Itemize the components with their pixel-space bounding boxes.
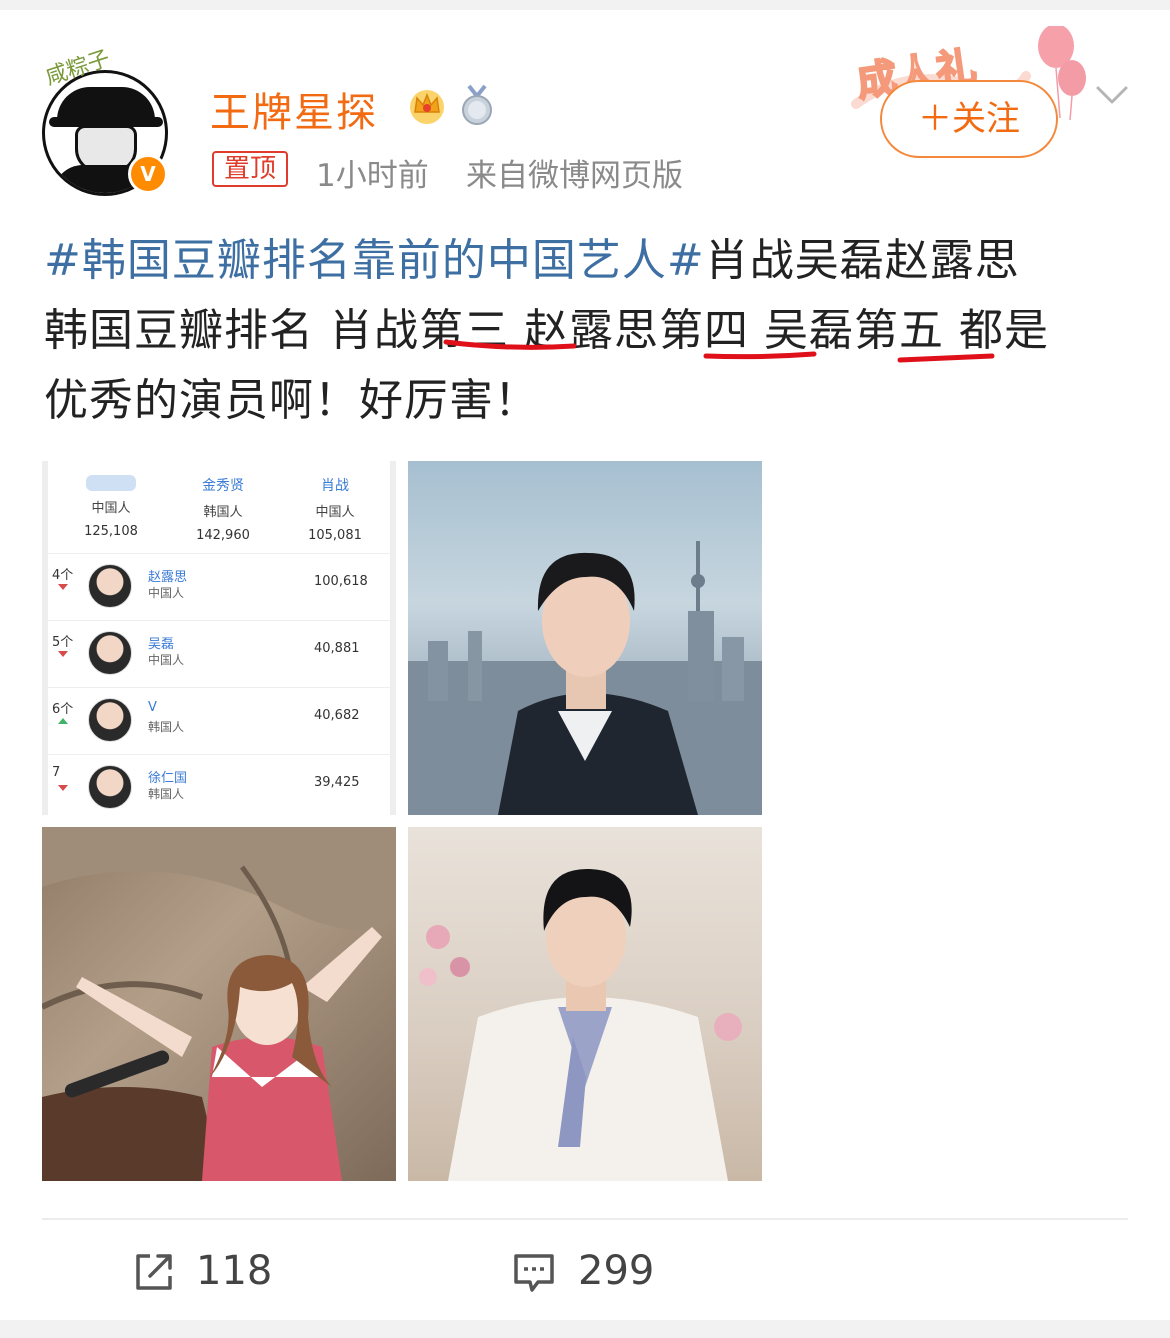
- ranking-nationality: 中国人: [148, 653, 185, 667]
- ranking-row: 4个 赵露思 中国人 100,618: [48, 553, 390, 620]
- ranking-top-item: 肖战 中国人 105,081: [280, 461, 390, 543]
- ranking-top-item: 金秀贤 韩国人 142,960: [168, 461, 278, 543]
- post-time[interactable]: 1小时前: [316, 150, 429, 195]
- photo-illustration: [408, 541, 762, 815]
- ranking-top-item: 中国人 125,108: [56, 461, 166, 539]
- ranking-score: 39,425: [314, 775, 360, 790]
- ranking-name: V: [148, 700, 157, 715]
- crown-icon: [410, 90, 444, 124]
- ranking-rank: 5个: [52, 635, 74, 650]
- post-text-part: 肖战吴磊赵露思: [704, 235, 1020, 286]
- follow-button[interactable]: ＋关注: [880, 80, 1058, 158]
- action-bar-divider: [42, 1218, 1128, 1220]
- ranking-row: 6个 V 韩国人 40,682: [48, 687, 390, 754]
- trend-down-icon: [58, 584, 68, 590]
- comment-icon[interactable]: [512, 1250, 556, 1294]
- trend-down-icon: [58, 785, 68, 791]
- chevron-down-icon[interactable]: [1094, 76, 1130, 112]
- ranking-row: 7 徐仁国 韩国人 39,425: [48, 754, 390, 815]
- hashtag-link[interactable]: #韩国豆瓣排名靠前的中国艺人#: [44, 235, 705, 286]
- ranking-name: 吴磊: [148, 637, 175, 652]
- ranking-row: 5个 吴磊 中国人 40,881: [48, 620, 390, 687]
- ranking-rank: 7: [52, 765, 61, 780]
- rank-fifth-text: 第五: [854, 305, 944, 356]
- ranking-score: 40,881: [314, 641, 360, 656]
- ranking-nationality: 韩国人: [203, 505, 243, 520]
- post-text-part: 吴磊: [749, 305, 854, 356]
- pinned-badge: 置顶: [212, 151, 289, 187]
- ranking-nationality: 中国人: [91, 501, 131, 516]
- blurred-name: [86, 475, 136, 491]
- post-text-part: 赵露思: [509, 305, 659, 356]
- rank-third-text: 第三: [419, 305, 509, 356]
- ranking-score: 105,081: [308, 528, 362, 543]
- ranking-name: 肖战: [321, 478, 349, 494]
- username[interactable]: 王牌星探: [210, 80, 378, 138]
- ranking-name: 赵露思: [148, 570, 188, 585]
- trend-up-icon: [58, 718, 68, 724]
- ranking-screenshot-image[interactable]: 中国人 125,108 金秀贤 韩国人 142,960 肖战 中国人 105,0…: [42, 461, 396, 815]
- trend-down-icon: [58, 651, 68, 657]
- ranking-nationality: 韩国人: [148, 720, 185, 734]
- ranking-rank: 4个: [52, 568, 74, 583]
- comment-count[interactable]: 299: [578, 1248, 654, 1294]
- ranking-nationality: 中国人: [315, 505, 355, 520]
- photo-illustration: [42, 827, 396, 1181]
- medal-icon: [462, 84, 492, 125]
- post-text-part: 优秀的演员啊！好厉害！: [44, 375, 539, 426]
- share-count[interactable]: 118: [196, 1248, 272, 1294]
- ranking-score: 125,108: [84, 524, 138, 539]
- ranking-score: 40,682: [314, 708, 360, 723]
- ranking-nationality: 韩国人: [148, 787, 185, 801]
- photo-zhao-lusi[interactable]: [42, 827, 396, 1181]
- avatar: [88, 765, 132, 809]
- ranking-score: 100,618: [314, 574, 368, 589]
- avatar: [88, 631, 132, 675]
- photo-illustration: [419, 868, 742, 1181]
- ranking-nationality: 中国人: [148, 586, 185, 600]
- photo-wu-lei[interactable]: [408, 827, 762, 1181]
- post-text: #韩国豆瓣排名靠前的中国艺人#肖战吴磊赵露思 韩国豆瓣排名 肖战第三 赵露思第四 …: [44, 226, 1134, 436]
- ranking-name: 徐仁国: [148, 771, 188, 786]
- ranking-name: 金秀贤: [202, 478, 244, 494]
- share-icon[interactable]: [132, 1250, 176, 1294]
- post-text-part: 韩国豆瓣排名 肖战: [44, 305, 419, 356]
- post-source: 来自微博网页版: [466, 158, 683, 194]
- rank-fourth-text: 第四: [659, 305, 749, 356]
- avatar: [88, 564, 132, 608]
- weibo-post-card: 咸粽子 V 王牌星探 置顶 1小时前 来自微博网页版 成人礼 ＋关注 #韩国豆瓣…: [0, 10, 1170, 1320]
- ranking-score: 142,960: [196, 528, 250, 543]
- verified-badge: V: [128, 154, 168, 194]
- ranking-rank: 6个: [52, 702, 74, 717]
- avatar: [88, 698, 132, 742]
- photo-xiao-zhan[interactable]: [408, 461, 762, 815]
- post-text-part: 都是: [944, 305, 1049, 356]
